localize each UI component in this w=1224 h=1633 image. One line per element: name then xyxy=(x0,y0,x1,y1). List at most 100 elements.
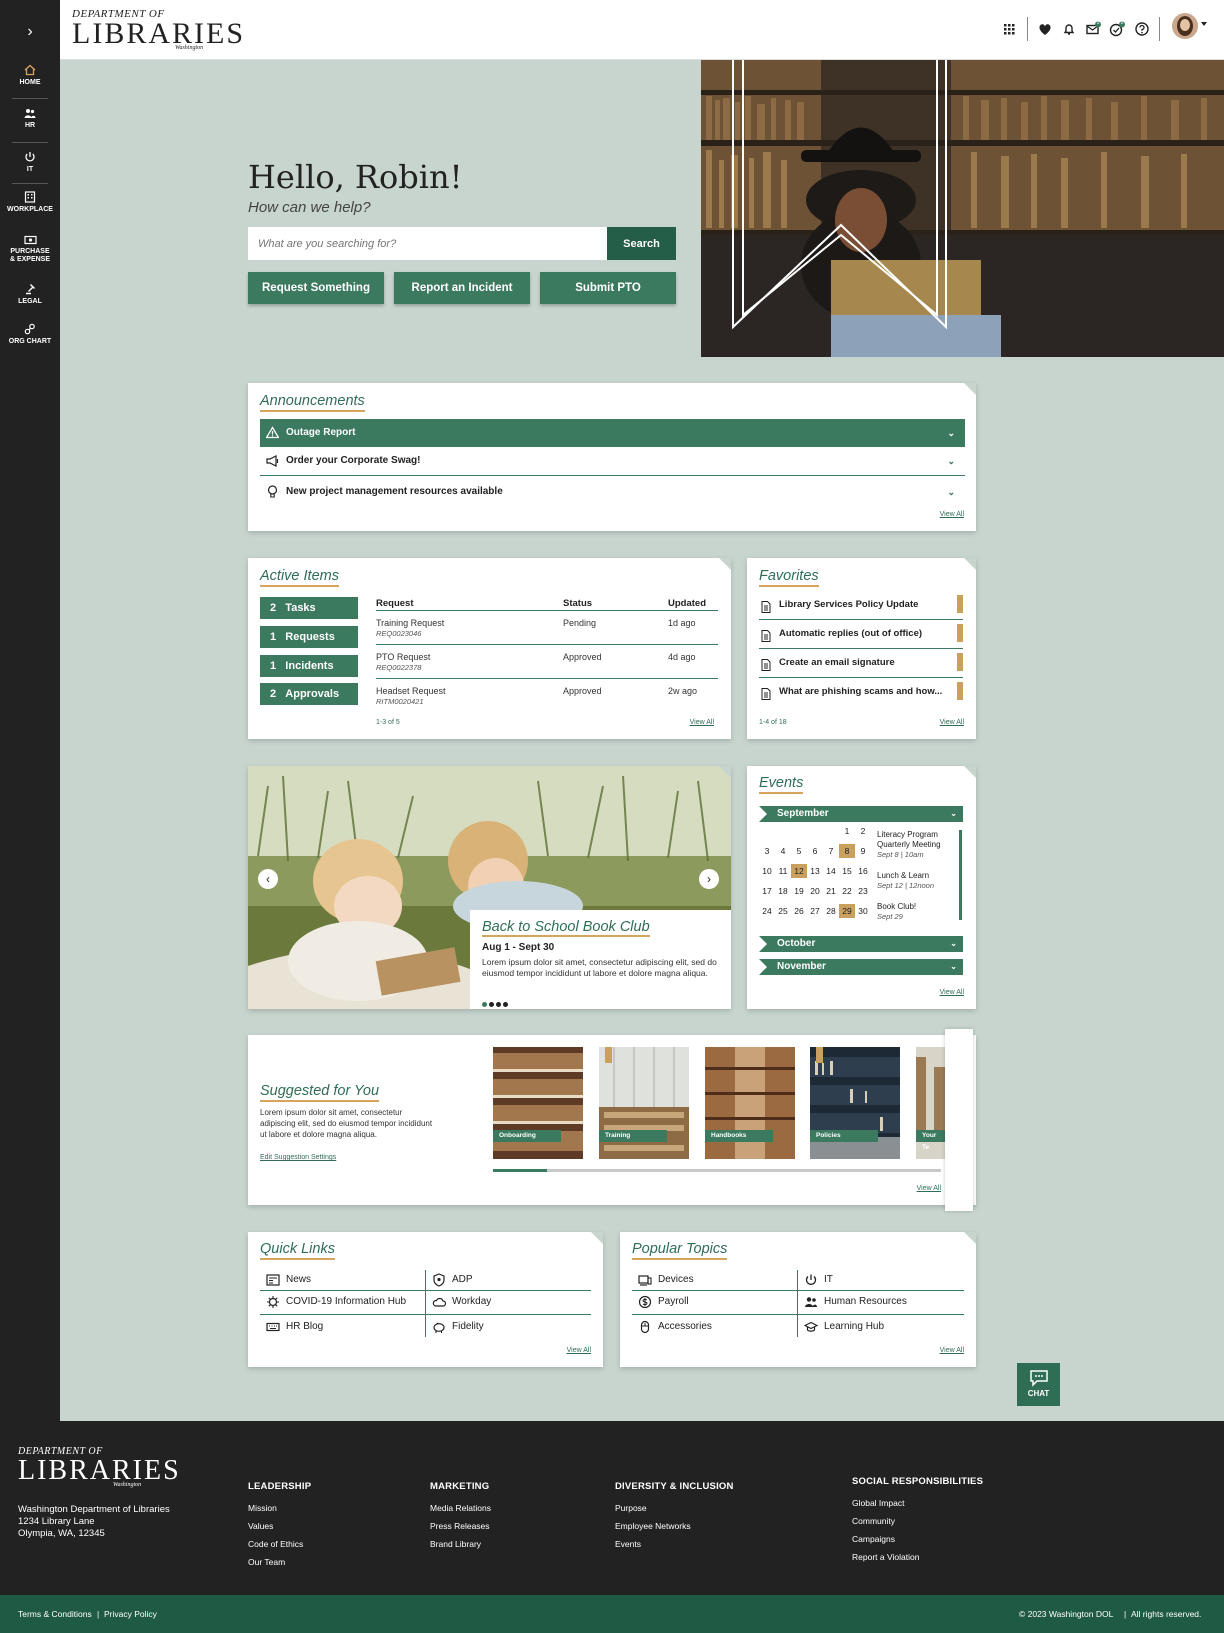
footer-link[interactable]: Global Impact xyxy=(852,1494,983,1512)
month-november-toggle[interactable]: November ⌄ xyxy=(759,959,963,975)
month-october-toggle[interactable]: October ⌄ xyxy=(759,936,963,952)
nav-home[interactable]: HOME xyxy=(0,64,60,87)
event-item[interactable]: Lunch & Learn Sept 12 | 12noon xyxy=(877,871,934,891)
calendar-day[interactable]: 30 xyxy=(855,904,871,918)
quick-link-workday[interactable]: Workday xyxy=(426,1292,491,1312)
expand-sidebar-button[interactable]: › xyxy=(0,18,60,46)
next-slide-button[interactable]: › xyxy=(699,869,719,889)
calendar-day[interactable]: 28 xyxy=(823,904,839,918)
bookmark-icon[interactable] xyxy=(816,1047,823,1063)
bookmark-icon[interactable] xyxy=(957,595,963,613)
bell-icon[interactable] xyxy=(1060,20,1078,38)
quick-links-view-all-link[interactable]: View All xyxy=(567,1347,591,1354)
popular-topics-view-all-link[interactable]: View All xyxy=(940,1347,964,1354)
calendar-day[interactable]: 21 xyxy=(823,884,839,898)
calendar-day[interactable]: 8 xyxy=(839,844,855,858)
tasks-counter-button[interactable]: 2 Tasks xyxy=(260,597,358,619)
calendar-day[interactable]: 6 xyxy=(807,844,823,858)
footer-link[interactable]: Code of Ethics xyxy=(248,1535,311,1553)
topic-accessories[interactable]: Accessories xyxy=(632,1317,712,1337)
nav-workplace[interactable]: WORKPLACE xyxy=(0,191,60,214)
suggestion-tile[interactable]: Handbooks xyxy=(705,1047,795,1159)
footer-link[interactable]: Purpose xyxy=(615,1499,734,1517)
nav-legal[interactable]: LEGAL xyxy=(0,283,60,306)
approvals-icon[interactable]: 2 xyxy=(1108,20,1126,38)
terms-link[interactable]: Terms & Conditions xyxy=(18,1595,92,1633)
suggestion-tile[interactable]: Policies xyxy=(810,1047,900,1159)
suggestion-tile[interactable]: Training xyxy=(599,1047,689,1159)
quick-link-adp[interactable]: ADP xyxy=(426,1270,473,1290)
scrollbar-thumb[interactable] xyxy=(493,1169,547,1172)
nav-purchase-expense[interactable]: PURCHASE & EXPENSE xyxy=(0,235,60,264)
approvals-counter-button[interactable]: 2 Approvals xyxy=(260,683,358,705)
bookmark-icon[interactable] xyxy=(957,653,963,671)
footer-link[interactable]: Our Team xyxy=(248,1553,311,1571)
calendar-day[interactable]: 4 xyxy=(775,844,791,858)
event-item[interactable]: Literacy Program Quarterly Meeting Sept 8 … xyxy=(877,830,941,860)
carousel-dot[interactable] xyxy=(496,1002,501,1007)
calendar-day[interactable]: 17 xyxy=(759,884,775,898)
submit-pto-button[interactable]: Submit PTO xyxy=(540,272,676,304)
calendar-day[interactable]: 12 xyxy=(791,864,807,878)
nav-org-chart[interactable]: ORG CHART xyxy=(0,323,60,346)
footer-link[interactable]: Events xyxy=(615,1535,734,1553)
calendar-day[interactable]: 11 xyxy=(775,864,791,878)
favorite-item[interactable]: Library Services Policy Update xyxy=(759,593,963,617)
heart-icon[interactable] xyxy=(1036,20,1054,38)
footer-link[interactable]: Report a Violation xyxy=(852,1548,983,1566)
quick-link-fidelity[interactable]: Fidelity xyxy=(426,1317,484,1337)
prev-slide-button[interactable]: ‹ xyxy=(258,869,278,889)
month-september-toggle[interactable]: September ⌄ xyxy=(759,806,963,822)
calendar-day[interactable]: 3 xyxy=(759,844,775,858)
search-button[interactable]: Search xyxy=(607,227,676,260)
bookmark-icon[interactable] xyxy=(605,1047,612,1063)
calendar-day[interactable]: 14 xyxy=(823,864,839,878)
calendar-day[interactable]: 13 xyxy=(807,864,823,878)
favorite-item[interactable]: Automatic replies (out of office) xyxy=(759,622,963,646)
footer-link[interactable]: Campaigns xyxy=(852,1530,983,1548)
event-scrollbar[interactable] xyxy=(959,830,962,920)
quick-link-news[interactable]: News xyxy=(260,1270,311,1290)
calendar-day[interactable]: 19 xyxy=(791,884,807,898)
search-input[interactable] xyxy=(248,227,608,260)
edit-suggestion-settings-link[interactable]: Edit Suggestion Settings xyxy=(260,1154,336,1161)
requests-counter-button[interactable]: 1 Requests xyxy=(260,626,358,648)
favorite-item[interactable]: What are phishing scams and how... xyxy=(759,680,963,704)
active-items-view-all-link[interactable]: View All xyxy=(690,719,714,726)
carousel-dot[interactable] xyxy=(482,1002,487,1007)
announcement-corporate-swag[interactable]: Order your Corporate Swag! ⌄ xyxy=(260,447,965,475)
footer-link[interactable]: Press Releases xyxy=(430,1517,491,1535)
footer-link[interactable]: Employee Networks xyxy=(615,1517,734,1535)
calendar-day[interactable]: 9 xyxy=(855,844,871,858)
favorite-item[interactable]: Create an email signature xyxy=(759,651,963,675)
footer-link[interactable]: Media Relations xyxy=(430,1499,491,1517)
topic-devices[interactable]: Devices xyxy=(632,1270,694,1290)
topic-learning-hub[interactable]: Learning Hub xyxy=(798,1317,884,1337)
calendar-day[interactable]: 20 xyxy=(807,884,823,898)
suggestions-scrollbar[interactable] xyxy=(493,1169,941,1172)
calendar-day[interactable]: 7 xyxy=(823,844,839,858)
header-logo[interactable]: DEPARTMENT OF LIBRARIES Washington xyxy=(72,8,245,51)
calendar-day[interactable]: 25 xyxy=(775,904,791,918)
calendar-day[interactable]: 27 xyxy=(807,904,823,918)
topic-it[interactable]: IT xyxy=(798,1270,833,1290)
calendar-day[interactable]: 5 xyxy=(791,844,807,858)
nav-hr[interactable]: HR xyxy=(0,108,60,130)
slide-title[interactable]: Back to School Book Club xyxy=(482,919,650,937)
apps-grid-icon[interactable] xyxy=(1000,20,1018,38)
incidents-counter-button[interactable]: 1 Incidents xyxy=(260,655,358,677)
event-item[interactable]: Book Club! Sept 29 xyxy=(877,902,916,922)
footer-link[interactable]: Brand Library xyxy=(430,1535,491,1553)
topic-human-resources[interactable]: Human Resources xyxy=(798,1292,907,1312)
calendar-day[interactable]: 23 xyxy=(855,884,871,898)
footer-link[interactable]: Community xyxy=(852,1512,983,1530)
footer-logo[interactable]: DEPARTMENT OF LIBRARIES Washington xyxy=(18,1446,181,1488)
carousel-dot[interactable] xyxy=(489,1002,494,1007)
announcement-outage-report[interactable]: Outage Report ⌄ xyxy=(260,419,965,447)
footer-link[interactable]: Values xyxy=(248,1517,311,1535)
calendar-day[interactable]: 22 xyxy=(839,884,855,898)
calendar-day[interactable]: 15 xyxy=(839,864,855,878)
suggested-view-all-link[interactable]: View All xyxy=(917,1185,941,1192)
calendar-day[interactable]: 29 xyxy=(839,904,855,918)
carousel-dot[interactable] xyxy=(503,1002,508,1007)
